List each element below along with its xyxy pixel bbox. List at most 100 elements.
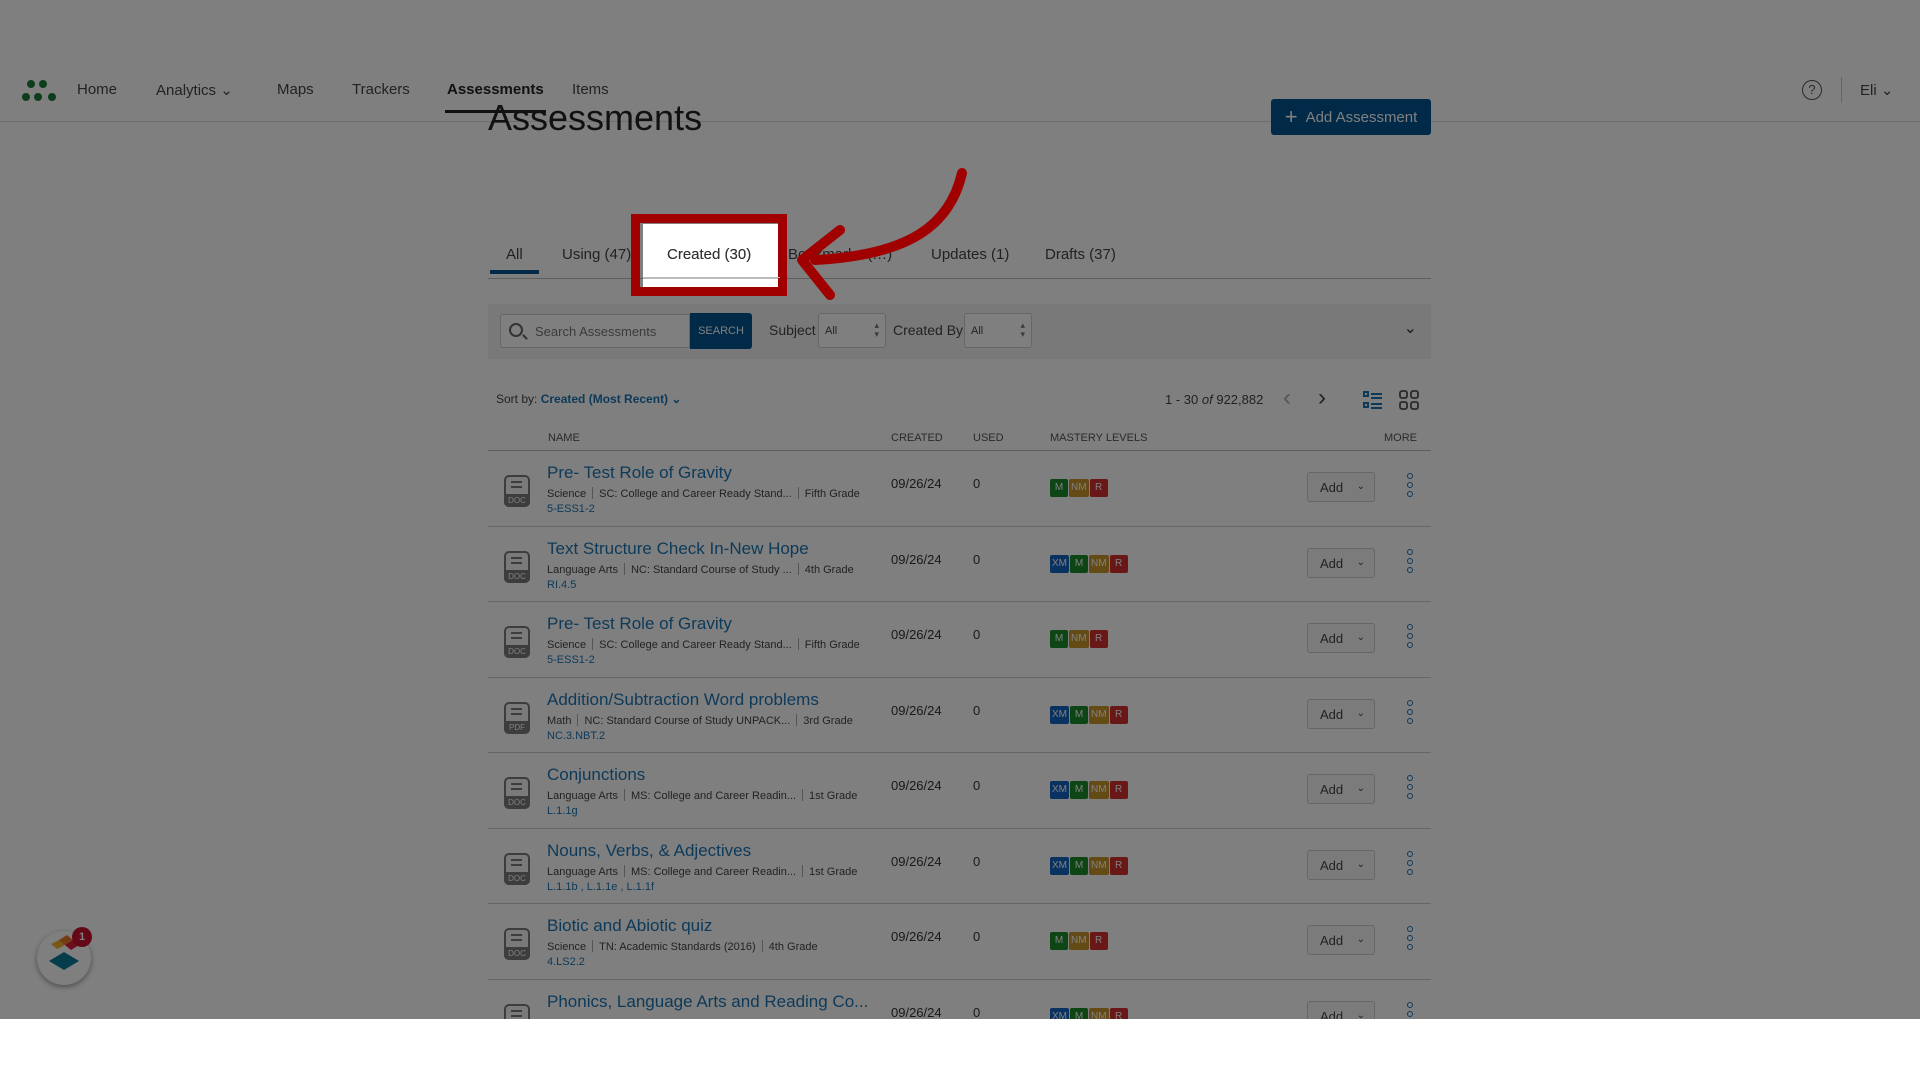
add-dropdown-button[interactable]: Add ⌄ [1307,849,1375,880]
mastery-levels: XM M NM R [1050,856,1128,875]
more-options-icon[interactable] [1406,1001,1414,1020]
mastery-badge-m: M [1050,932,1068,950]
used-count: 0 [973,702,981,718]
mastery-badge-r: R [1109,705,1128,724]
add-assessment-button[interactable]: + Add Assessment [1271,99,1431,135]
assessment-name-link[interactable]: Text Structure Check In-New Hope [547,539,809,559]
col-name[interactable]: NAME [548,432,580,444]
grade: 4th Grade [804,563,854,576]
more-options-icon[interactable] [1406,473,1414,497]
chevron-down-icon: ⌄ [1356,556,1365,568]
add-dropdown-button[interactable]: Add ⌄ [1307,472,1375,502]
table-row: DOC Nouns, Verbs, & Adjectives Language … [488,829,1431,904]
notification-badge: 1 [72,927,92,947]
standard-codes[interactable]: NC.3.NBT.2 [547,730,605,742]
mastery-levels: XM M NM R [1050,781,1128,799]
doc-file-icon: DOC [504,777,530,809]
assessment-name-link[interactable]: Pre- Test Role of Gravity [547,614,732,634]
more-options-icon[interactable] [1406,624,1414,648]
mastery-badge-nm: NM [1089,1007,1109,1019]
mastery-badge-m: M [1070,1007,1088,1019]
add-dropdown-button[interactable]: Add ⌄ [1307,623,1375,653]
mastery-badge-nm: NM [1089,705,1109,724]
doc-file-icon: DOC [504,626,530,658]
created-by-label: Created By [893,322,964,338]
add-dropdown-button[interactable]: Add ⌄ [1307,925,1375,955]
assessment-meta: Science SC: College and Career Ready Stan… [547,487,1367,500]
add-label: Add [1320,1008,1344,1020]
add-dropdown-button[interactable]: Add ⌄ [1307,698,1375,729]
mastery-badge-m: M [1070,554,1088,573]
mastery-badge-nm: NM [1069,630,1089,648]
next-page-icon[interactable]: › [1318,384,1326,412]
page-title: Assessments [488,97,703,138]
col-created[interactable]: CREATED [891,432,943,444]
assessment-meta: Math NC: Standard Course of Study UNPACK.… [547,713,1367,727]
subject: Language Arts [547,865,618,878]
created-date: 09/26/24 [891,778,942,793]
assessment-meta: Science TN: Academic Standards (2016) 4th … [547,940,1367,953]
subject: Science [547,941,587,953]
file-type: DOC [504,569,530,583]
search-input[interactable]: Search Assessments [500,314,690,348]
add-dropdown-button[interactable]: Add ⌄ [1307,774,1375,804]
file-type: DOC [504,645,530,658]
more-options-icon[interactable] [1406,699,1414,724]
more-options-icon[interactable] [1406,775,1414,799]
standard: SC: College and Career Ready Stand... [599,488,792,500]
mastery-badge-m: M [1070,705,1088,724]
grid-view-icon[interactable] [1399,390,1419,410]
mastery-badge-r: R [1089,479,1108,497]
tab-drafts[interactable]: Drafts (37) [1045,246,1116,263]
created-by-select[interactable]: All ▴ ▾ [964,313,1032,348]
subject-select[interactable]: All ▴ ▾ [818,313,886,348]
mastery-badge-r: R [1109,1007,1128,1019]
assessment-name-link[interactable]: Nouns, Verbs, & Adjectives [547,841,751,861]
add-dropdown-button[interactable]: Add ⌄ [1307,1000,1375,1020]
more-options-icon[interactable] [1406,850,1414,875]
add-dropdown-button[interactable]: Add ⌄ [1307,547,1375,578]
standard-codes[interactable]: 4.LS2.2 [547,956,585,968]
standard-codes[interactable]: RI.4.5 [547,579,576,591]
table-row: DOC Text Structure Check In-New Hope Lan… [488,527,1431,602]
assessment-name-link[interactable]: Pre- Test Role of Gravity [547,463,732,483]
file-type: DOC [504,947,530,960]
assessment-name-link[interactable]: Conjunctions [547,765,645,785]
chevron-down-icon: ⌄ [1356,1009,1365,1020]
assessment-name-link[interactable]: Addition/Subtraction Word problems [547,690,819,710]
mastery-badge-xm: XM [1050,781,1069,799]
add-label: Add [1320,631,1344,646]
assessment-name-link[interactable]: Biotic and Abiotic quiz [547,916,712,936]
add-label: Add [1320,706,1344,722]
mastery-badge-xm: XM [1050,705,1069,724]
sort-by[interactable]: Sort by: Created (Most Recent) ⌄ [496,392,681,406]
standard-codes[interactable]: 5-ESS1-2 [547,654,595,666]
mastery-badge-xm: XM [1050,856,1069,875]
list-view-icon[interactable] [1363,390,1383,410]
more-options-icon[interactable] [1406,926,1414,950]
bottom-margin [0,1019,1920,1080]
prev-page-icon[interactable]: ‹ [1283,384,1291,412]
mastery-levels: M NM R [1050,479,1108,497]
mastery-badge-nm: NM [1069,932,1089,950]
tab-all[interactable]: All [490,246,539,274]
expand-filters-icon[interactable]: ⌄ [1404,318,1417,338]
mastery-levels: M NM R [1050,630,1108,648]
table-row: DOC Phonics, Language Arts and Reading C… [488,980,1431,1020]
doc-file-icon: DOC [504,550,530,583]
created-date: 09/26/24 [891,476,942,491]
doc-file-icon: DOC [504,928,530,960]
assessment-list: DOC Pre- Test Role of Gravity Science SC:… [488,451,1431,1019]
standard-codes[interactable]: L.1.1g [547,805,578,817]
highlighted-tab-created[interactable]: Created (30) [667,246,751,263]
search-button[interactable]: SEARCH [690,313,752,349]
col-used[interactable]: USED [973,432,1004,444]
mastery-badge-m: M [1070,781,1088,799]
assessment-name-link[interactable]: Phonics, Language Arts and Reading Co... [547,992,868,1012]
used-count: 0 [973,551,981,567]
plus-icon: + [1284,104,1298,129]
more-options-icon[interactable] [1406,548,1414,573]
standard-codes[interactable]: 5-ESS1-2 [547,503,595,515]
tab-using[interactable]: Using (47) [562,246,631,263]
standard-codes[interactable]: L.1.1b , L.1.1e , L.1.1f [547,881,654,893]
